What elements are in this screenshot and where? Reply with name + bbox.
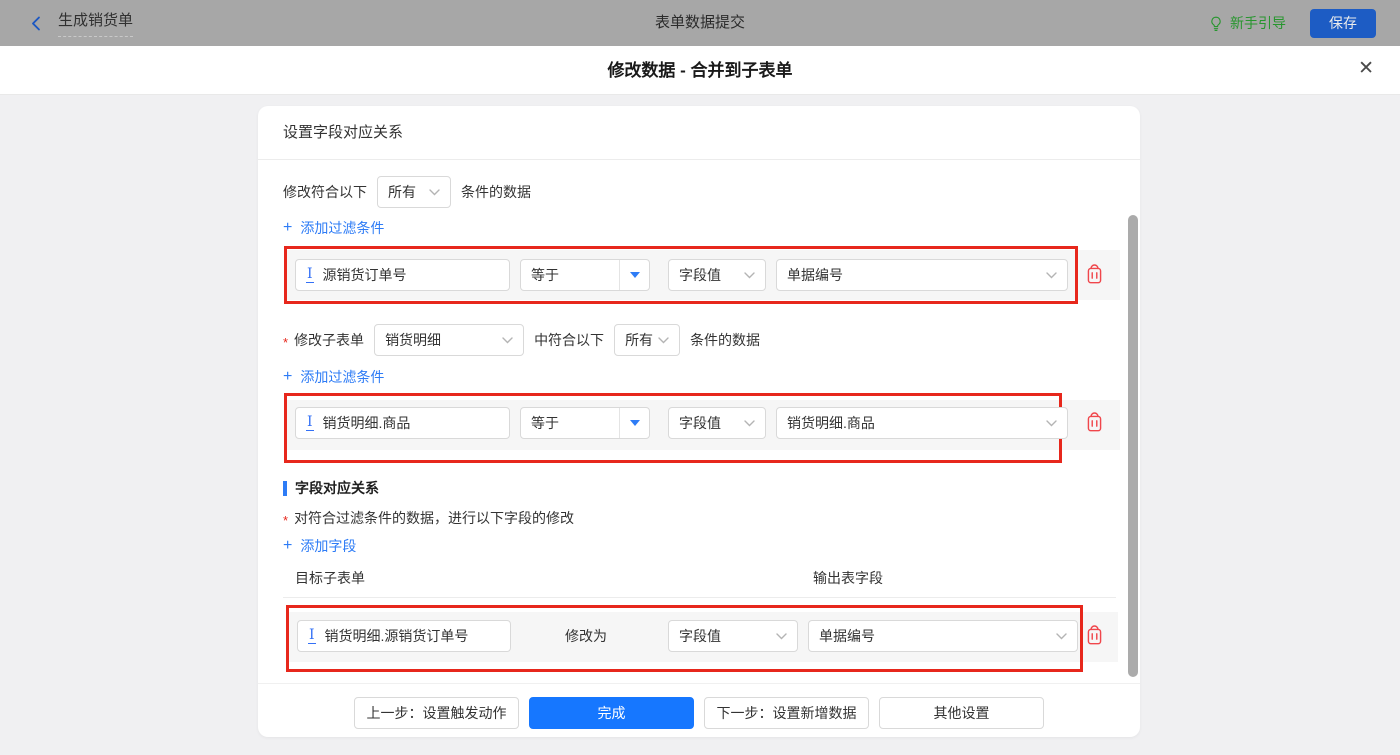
add-field-label: 添加字段 (300, 538, 357, 554)
text-field-icon: I (306, 266, 314, 283)
footer-actions: 上一步：设置触发动作 完成 下一步：设置新增数据 其他设置 (258, 697, 1140, 729)
filter1-value: 单据编号 (787, 267, 843, 283)
mapping-value: 单据编号 (819, 628, 875, 644)
plus-icon: + (283, 368, 293, 385)
filter1-field-input[interactable]: I 源销货订单号 (295, 259, 510, 291)
filter1-operator-select[interactable]: 等于 (520, 259, 650, 291)
topbar: 生成销货单 表单数据提交 新手引导 保存 (0, 0, 1400, 46)
filter2-operator-select[interactable]: 等于 (520, 407, 650, 439)
other-settings-button[interactable]: 其他设置 (879, 697, 1044, 729)
panel-title: 设置字段对应关系 (258, 106, 1140, 160)
filter1-operator-value: 等于 (531, 267, 559, 283)
mapping-field-value: 销货明细.源销货订单号 (324, 628, 469, 644)
chevron-down-icon (744, 419, 755, 427)
section-accent-bar (283, 480, 287, 496)
filter2-field-input[interactable]: I 销货明细.商品 (295, 407, 510, 439)
topbar-actions: 新手引导 保存 (1208, 0, 1376, 46)
subform-value: 销货明细 (385, 332, 442, 348)
chevron-down-icon (502, 336, 513, 344)
chevron-down-icon (658, 336, 669, 344)
prev-step-button[interactable]: 上一步：设置触发动作 (354, 697, 519, 729)
delete-mapping-button[interactable] (1085, 625, 1104, 646)
page-title: 表单数据提交 (654, 14, 745, 31)
chevron-down-icon (1046, 419, 1057, 427)
chevron-down-icon (776, 632, 787, 640)
filter2-field-value: 销货明细.商品 (322, 415, 411, 431)
dropdown-caret-icon[interactable] (619, 408, 649, 438)
condition2-label: 修改子表单 (294, 332, 365, 348)
condition2-text-middle: 中符合以下 (534, 332, 605, 348)
plus-icon: + (283, 537, 293, 554)
delete-filter1-button[interactable] (1085, 264, 1104, 285)
match-type-value-1: 所有 (388, 184, 416, 200)
scrollbar-thumb[interactable] (1128, 215, 1138, 677)
add-filter-link-1[interactable]: + 添加过滤条件 (283, 218, 384, 238)
match-type-select-2[interactable]: 所有 (614, 324, 681, 356)
done-button[interactable]: 完成 (529, 697, 694, 729)
chevron-down-icon (1056, 632, 1067, 640)
filter2-value-select[interactable]: 销货明细.商品 (776, 407, 1068, 439)
chevron-down-icon (429, 188, 440, 196)
mapping-field-input[interactable]: I 销货明细.源销货订单号 (297, 620, 511, 652)
column-header-output: 输出表字段 (813, 570, 883, 586)
filter2-value-type: 字段值 (679, 415, 721, 431)
save-button[interactable]: 保存 (1310, 8, 1376, 38)
column-header-target: 目标子表单 (295, 570, 365, 586)
add-filter-link-2[interactable]: + 添加过滤条件 (283, 367, 384, 387)
filter1-value-type: 字段值 (679, 267, 721, 283)
subform-select[interactable]: 销货明细 (374, 324, 525, 356)
mapping-section-header: 字段对应关系 (283, 478, 379, 498)
dropdown-caret-icon[interactable] (619, 260, 649, 290)
dialog-header: 修改数据 - 合并到子表单 ✕ (0, 46, 1400, 95)
plus-icon: + (283, 219, 293, 236)
mapping-section-title: 字段对应关系 (295, 480, 379, 496)
lightbulb-icon (1208, 15, 1224, 32)
dialog-title: 修改数据 - 合并到子表单 (607, 61, 793, 80)
required-asterisk: * (283, 334, 289, 350)
match-type-select-1[interactable]: 所有 (377, 176, 451, 208)
field-mapping-panel: 设置字段对应关系 修改符合以下 所有 条件的数据 + 添加过滤条件 I 源销货订… (258, 106, 1140, 737)
required-asterisk: * (283, 512, 289, 528)
filter1-value-type-select[interactable]: 字段值 (668, 259, 766, 291)
filter2-value-type-select[interactable]: 字段值 (668, 407, 766, 439)
chevron-down-icon (744, 271, 755, 279)
guide-label: 新手引导 (1230, 15, 1286, 31)
divider (283, 597, 1116, 598)
mapping-value-select[interactable]: 单据编号 (808, 620, 1078, 652)
add-field-link[interactable]: + 添加字段 (283, 536, 356, 556)
close-icon[interactable]: ✕ (1358, 59, 1374, 78)
match-type-value-2: 所有 (625, 332, 654, 348)
mapping-value-type: 字段值 (679, 628, 721, 644)
filter1-value-select[interactable]: 单据编号 (776, 259, 1068, 291)
condition1-text-before: 修改符合以下 (283, 184, 367, 200)
filter2-value: 销货明细.商品 (787, 415, 875, 431)
text-field-icon: I (308, 627, 316, 644)
footer-divider (258, 683, 1140, 684)
modify-to-label: 修改为 (565, 628, 607, 644)
mapping-description: * 对符合过滤条件的数据，进行以下字段的修改 (283, 508, 574, 528)
condition1-sentence: 修改符合以下 所有 条件的数据 (283, 176, 531, 208)
text-field-icon: I (306, 414, 314, 431)
mapping-desc-text: 对符合过滤条件的数据，进行以下字段的修改 (294, 510, 575, 526)
delete-filter2-button[interactable] (1085, 412, 1104, 433)
filter2-operator-value: 等于 (531, 415, 559, 431)
mapping-value-type-select[interactable]: 字段值 (668, 620, 798, 652)
beginner-guide-link[interactable]: 新手引导 (1208, 13, 1286, 33)
add-filter-label-2: 添加过滤条件 (300, 369, 385, 385)
condition2-sentence: * 修改子表单 销货明细 中符合以下 所有 条件的数据 (283, 324, 760, 356)
add-filter-label-1: 添加过滤条件 (300, 220, 385, 236)
next-step-button[interactable]: 下一步：设置新增数据 (704, 697, 869, 729)
condition2-text-after: 条件的数据 (690, 332, 761, 348)
filter1-field-value: 源销货订单号 (322, 267, 407, 283)
condition1-text-after: 条件的数据 (461, 184, 531, 200)
chevron-down-icon (1046, 271, 1057, 279)
